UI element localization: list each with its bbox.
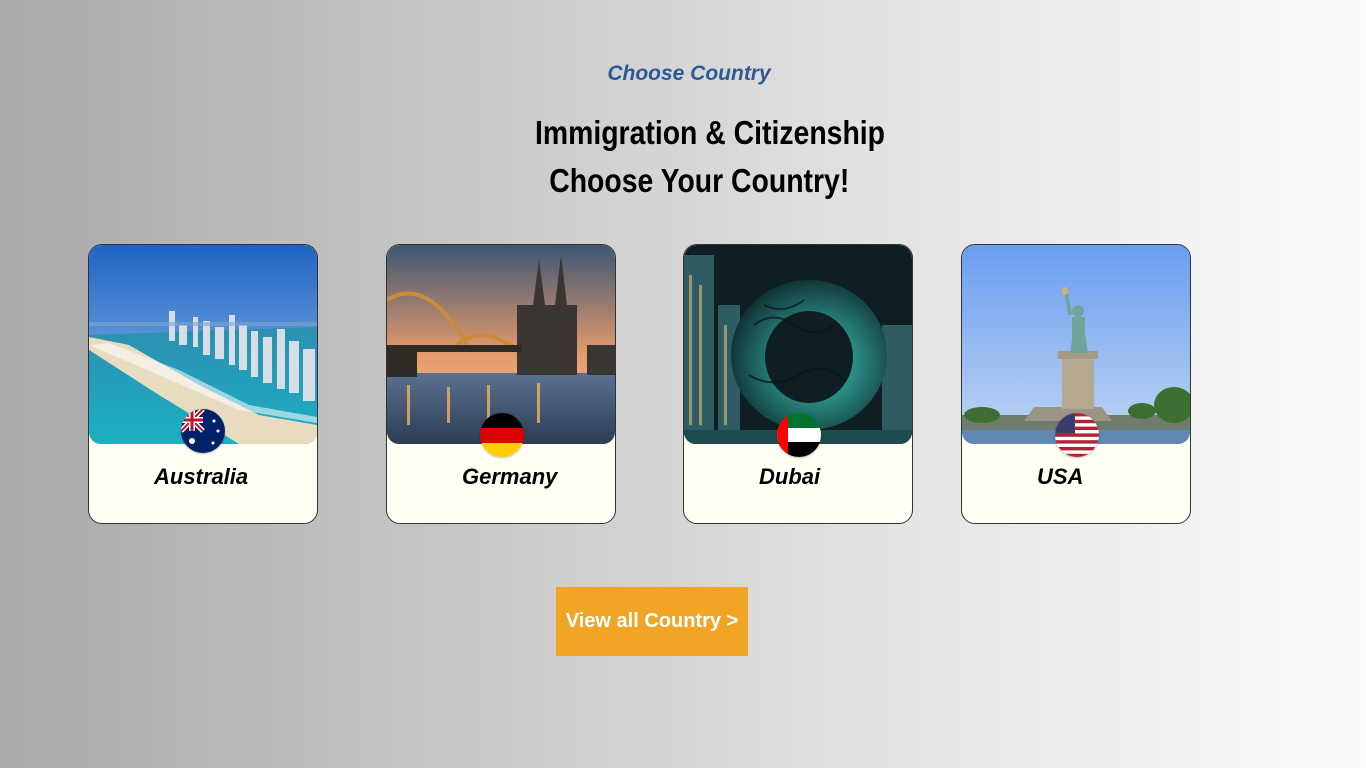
australia-flag-icon [181, 409, 225, 453]
section-eyebrow: Choose Country [607, 62, 771, 85]
section-title-line-2: Choose Your Country! [549, 162, 850, 199]
country-name-usa: USA [1037, 464, 1084, 489]
country-card-usa[interactable]: USA [961, 244, 1191, 524]
view-all-country-button[interactable]: View all Country > [556, 587, 748, 656]
section-title-line-1: Immigration & Citizenship [534, 114, 886, 151]
country-name-australia: Australia [154, 464, 249, 489]
usa-flag-icon [1055, 413, 1099, 457]
country-card-dubai[interactable]: Dubai [683, 244, 913, 524]
germany-flag-icon [480, 413, 524, 457]
country-name-dubai: Dubai [759, 464, 821, 489]
country-name-germany: Germany [462, 464, 558, 489]
country-card-germany[interactable]: Germany [386, 244, 616, 524]
uae-flag-icon [777, 413, 821, 457]
country-card-australia[interactable]: Australia [88, 244, 318, 524]
section-title: Immigration & Citizenship Choose Your Co… [99, 109, 1320, 205]
